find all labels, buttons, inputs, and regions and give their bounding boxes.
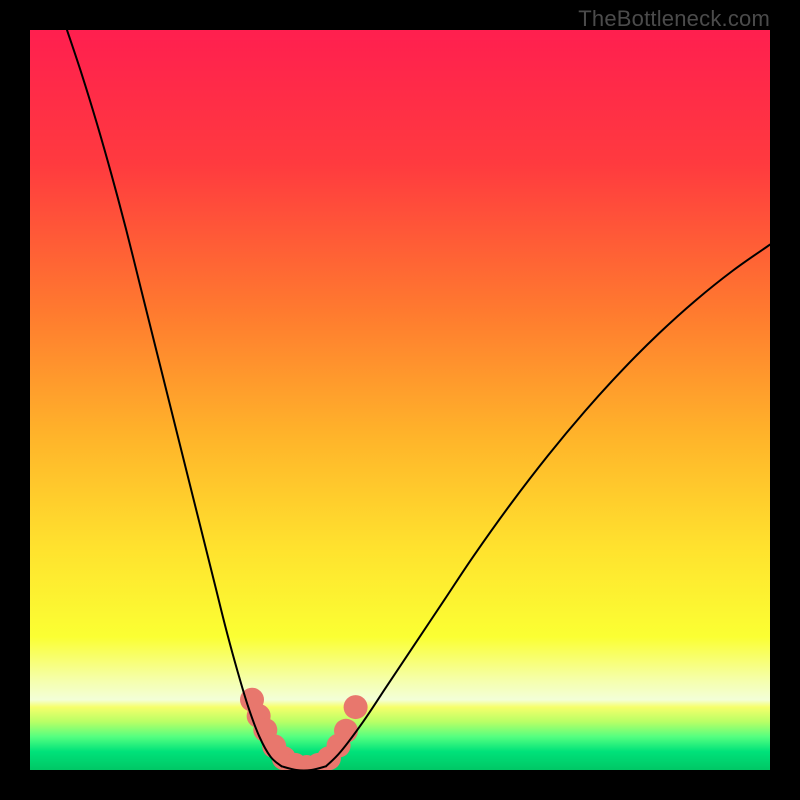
marker-dot	[344, 695, 368, 719]
watermark-text: TheBottleneck.com	[578, 6, 770, 32]
chart-frame: TheBottleneck.com	[0, 0, 800, 800]
series-right-branch	[326, 245, 770, 767]
series-left-branch	[67, 30, 282, 766]
marker-layer	[240, 688, 368, 770]
marker-dot	[334, 719, 358, 743]
line-layer	[67, 30, 770, 770]
plot-area	[30, 30, 770, 770]
curves-layer	[30, 30, 770, 770]
